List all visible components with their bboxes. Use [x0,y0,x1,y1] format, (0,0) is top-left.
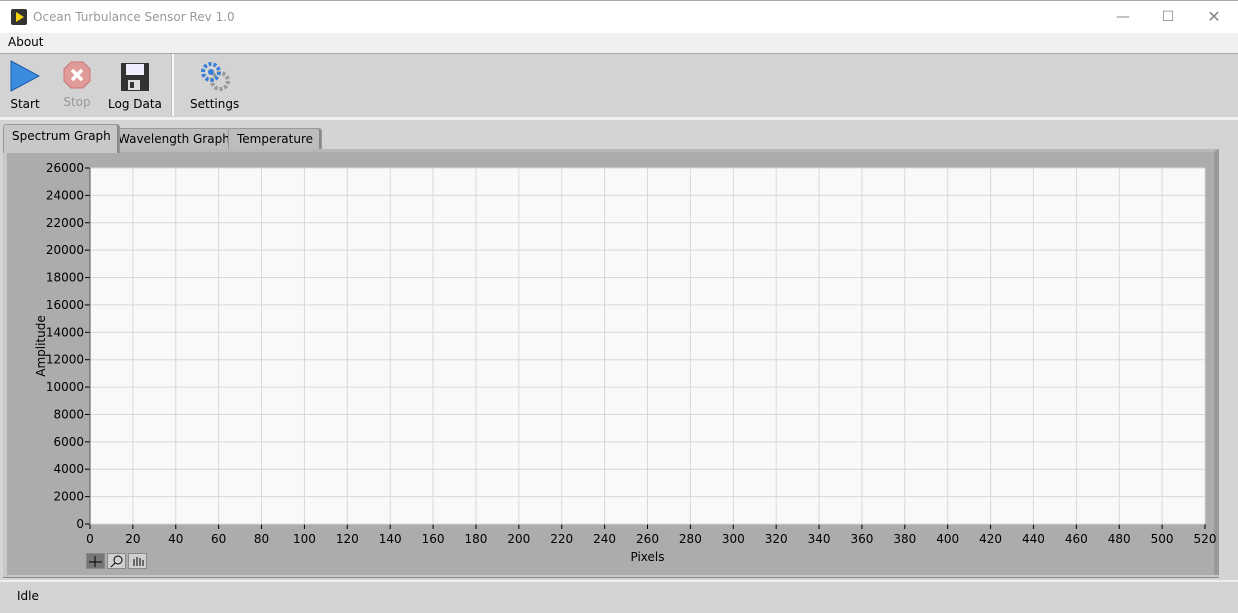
y-tick-label: 26000 [46,161,84,175]
y-tick-label: 12000 [46,353,84,367]
x-tick-label: 280 [679,532,702,546]
y-tick-label: 4000 [53,462,84,476]
x-tick-label: 360 [850,532,873,546]
x-tick-label: 60 [211,532,226,546]
status-text: Idle [17,589,39,603]
x-tick-label: 140 [379,532,402,546]
x-tick-label: 40 [168,532,183,546]
x-tick-label: 200 [507,532,530,546]
x-tick-label: 400 [936,532,959,546]
y-tick-label: 0 [76,517,84,531]
x-tick-label: 240 [593,532,616,546]
x-tick-label: 320 [765,532,788,546]
graph-palette [86,553,147,569]
y-tick-label: 20000 [46,243,84,257]
y-tick-label: 14000 [46,325,84,339]
x-tick-label: 500 [1151,532,1174,546]
x-tick-label: 300 [722,532,745,546]
x-tick-label: 460 [1065,532,1088,546]
x-tick-label: 0 [86,532,94,546]
x-tick-label: 100 [293,532,316,546]
x-tick-label: 180 [465,532,488,546]
x-tick-label: 380 [893,532,916,546]
y-tick-label: 6000 [53,435,84,449]
x-tick-label: 520 [1194,532,1217,546]
spectrum-graph[interactable]: 0 20 40 60 80 100 120 140 160 180 200 220 240 260 280 3… [0,0,1238,611]
tab-spectrum-graph[interactable]: Spectrum Graph [3,124,120,153]
x-tick-label: 160 [422,532,445,546]
y-tick-label: 24000 [46,188,84,202]
x-tick-label: 20 [125,532,140,546]
status-bar: Idle [0,580,1238,613]
x-tick-label: 480 [1108,532,1131,546]
zoom-tool-button[interactable] [107,553,126,569]
x-tick-label: 340 [808,532,831,546]
x-tick-label: 420 [979,532,1002,546]
x-tick-label: 220 [550,532,573,546]
x-tick-label: 120 [336,532,359,546]
y-axis-label: Amplitude [34,315,48,377]
y-tick-label: 8000 [53,407,84,421]
y-tick-label: 22000 [46,216,84,230]
y-tick-label: 10000 [46,380,84,394]
pan-tool-button[interactable] [128,553,147,569]
y-tick-label: 18000 [46,271,84,285]
cursor-tool-button[interactable] [86,553,105,569]
x-tick-label: 80 [254,532,269,546]
y-tick-label: 2000 [53,490,84,504]
x-axis-label: Pixels [630,550,664,564]
x-tick-label: 260 [636,532,659,546]
y-tick-label: 16000 [46,298,84,312]
x-tick-label: 440 [1022,532,1045,546]
